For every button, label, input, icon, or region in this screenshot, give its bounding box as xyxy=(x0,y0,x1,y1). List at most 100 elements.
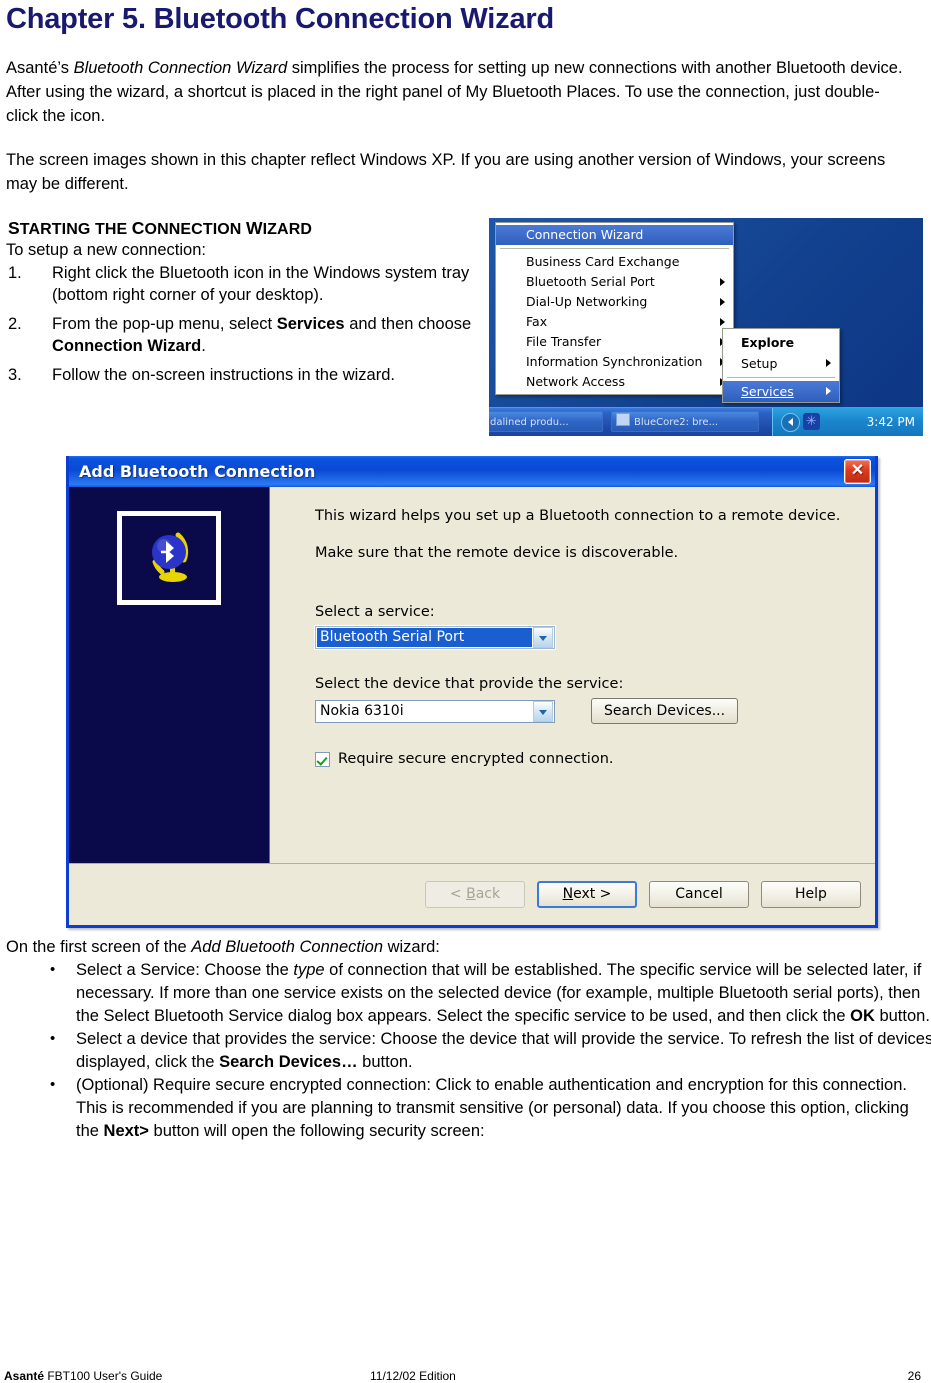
steps-list: 1. Right click the Bluetooth icon in the… xyxy=(6,262,476,386)
menu-item-explore[interactable]: Explore xyxy=(723,332,839,353)
menu-item-bluetooth-serial-port[interactable]: Bluetooth Serial Port xyxy=(496,272,733,292)
require-secure-checkbox[interactable] xyxy=(315,752,330,767)
dialog-button-bar: < Back Next > Cancel Help xyxy=(69,863,875,925)
tray-context-menu-screenshot: dalined produ... BlueCore2: bre... ✳ 3:4… xyxy=(489,218,923,436)
bluetooth-tray-icon[interactable]: ✳ xyxy=(803,413,820,430)
require-secure-row[interactable]: Require secure encrypted connection. xyxy=(315,750,849,769)
document-page: Chapter 5. Bluetooth Connection Wizard A… xyxy=(0,2,931,1383)
section-heading-cap-s: S xyxy=(8,218,20,238)
step-item-2: 2. From the pop-up menu, select Services… xyxy=(6,313,476,357)
bullet-text-bold-search-devices: Search Devices… xyxy=(219,1053,358,1071)
windows-taskbar: dalined produ... BlueCore2: bre... ✳ 3:4… xyxy=(489,407,923,436)
intro-p1-emphasis: Bluetooth Connection Wizard xyxy=(73,59,288,77)
submenu-arrow-icon xyxy=(720,278,725,286)
step-text: Right click the Bluetooth icon in the Wi… xyxy=(52,264,470,304)
step-text: Follow the on-screen instructions in the… xyxy=(52,366,395,384)
add-bluetooth-connection-dialog: Add Bluetooth Connection ✕ This wizard h… xyxy=(66,456,878,928)
help-button[interactable]: Help xyxy=(761,881,861,908)
step-text-bold-connection-wizard: Connection Wizard xyxy=(52,337,202,355)
menu-item-label: Bluetooth Serial Port xyxy=(526,274,655,289)
bullet-text-p3: button. xyxy=(874,1007,930,1025)
device-combobox[interactable]: Nokia 6310i xyxy=(315,699,555,723)
chevron-down-icon[interactable] xyxy=(533,627,553,648)
menu-item-information-synchronization[interactable]: Information Synchronization xyxy=(496,352,733,372)
page-title: Chapter 5. Bluetooth Connection Wizard xyxy=(6,3,554,35)
taskbar-button-2[interactable]: BlueCore2: bre... xyxy=(611,411,759,432)
bullet-text-bold-ok: OK xyxy=(850,1007,875,1025)
submenu-arrow-icon xyxy=(720,318,725,326)
wizard-intro-line-1: This wizard helps you set up a Bluetooth… xyxy=(315,508,841,524)
close-icon[interactable]: ✕ xyxy=(844,459,871,484)
step-text-mid: and then choose xyxy=(344,315,472,333)
bullet-text-bold-next: Next> xyxy=(103,1122,149,1140)
menu-item-dial-up-networking[interactable]: Dial-Up Networking xyxy=(496,292,733,312)
bullet-list: • Select a Service: Choose the type of c… xyxy=(4,959,931,1143)
bullets-lead: On the first screen of the Add Bluetooth… xyxy=(6,936,927,959)
footer-guide-title: FBT100 User's Guide xyxy=(44,1369,163,1383)
tray-clock[interactable]: 3:42 PM xyxy=(867,408,915,436)
taskbar-button-1[interactable]: dalined produ... xyxy=(489,411,603,432)
service-combobox[interactable]: Bluetooth Serial Port xyxy=(314,625,556,650)
steps-column: STARTING THE CONNECTION WIZARD To setup … xyxy=(6,218,476,386)
back-accel: B xyxy=(466,886,476,902)
starting-wizard-section: STARTING THE CONNECTION WIZARD To setup … xyxy=(4,218,931,450)
section-heading-word-1: TARTING THE xyxy=(19,221,132,238)
window-icon xyxy=(616,413,630,426)
section-heading-cap-c: C xyxy=(131,218,145,238)
intro-paragraph-1: Asanté’s Bluetooth Connection Wizard sim… xyxy=(6,56,906,128)
menu-item-file-transfer[interactable]: File Transfer xyxy=(496,332,733,352)
menu-item-setup[interactable]: Setup xyxy=(723,353,839,374)
menu-item-label: File Transfer xyxy=(526,334,602,349)
next-accel: N xyxy=(562,886,574,902)
menu-item-business-card-exchange[interactable]: Business Card Exchange xyxy=(496,252,733,272)
bullet-text-emphasis: type xyxy=(293,961,325,979)
step-number: 3. xyxy=(8,366,22,384)
tray-expand-arrow-icon[interactable] xyxy=(781,413,800,432)
device-row: Nokia 6310i Search Devices... xyxy=(315,698,849,724)
dialog-sidebar xyxy=(69,487,270,863)
section-heading-word-2: ONNECTION xyxy=(144,221,246,238)
dialog-content: This wizard helps you set up a Bluetooth… xyxy=(270,487,875,863)
bullet-marker: • xyxy=(50,1076,56,1093)
bullet-text-p1: Select a Service: Choose the xyxy=(76,961,294,979)
menu-item-label: Information Synchronization xyxy=(526,354,703,369)
bullets-lead-b: wizard: xyxy=(383,938,440,956)
menu-item-label: Dial-Up Networking xyxy=(526,294,648,309)
submenu-arrow-icon xyxy=(826,359,831,367)
service-label: Select a service: xyxy=(315,604,435,620)
menu-item-network-access[interactable]: Network Access xyxy=(496,372,733,392)
submenu-arrow-icon xyxy=(720,298,725,306)
system-tray: ✳ 3:42 PM xyxy=(772,408,923,436)
taskbar-button-1-label: dalined produ... xyxy=(490,417,569,428)
next-button[interactable]: Next > xyxy=(537,881,637,908)
bullet-text-p1: Select a device that provides the servic… xyxy=(76,1030,931,1071)
menu-item-fax[interactable]: Fax xyxy=(496,312,733,332)
bullet-item-require-secure: • (Optional) Require secure encrypted co… xyxy=(4,1074,931,1143)
section-heading-cap-w: W xyxy=(246,218,263,238)
step-item-3: 3. Follow the on-screen instructions in … xyxy=(6,364,476,386)
menu-item-label: Explore xyxy=(741,335,795,350)
bluetooth-tray-menu: Explore Setup Services xyxy=(722,328,840,403)
cancel-button[interactable]: Cancel xyxy=(649,881,749,908)
step-item-1: 1. Right click the Bluetooth icon in the… xyxy=(6,262,476,306)
dialog-title: Add Bluetooth Connection xyxy=(79,462,316,481)
back-button[interactable]: < Back xyxy=(425,881,525,908)
bluetooth-globe-icon-frame xyxy=(117,511,221,605)
menu-item-services[interactable]: Services xyxy=(723,381,839,402)
menu-item-connection-wizard[interactable]: Connection Wizard xyxy=(496,225,733,245)
wizard-intro-line-2: Make sure that the remote device is disc… xyxy=(315,545,679,561)
menu-item-label: Business Card Exchange xyxy=(526,254,680,269)
bullet-marker: • xyxy=(50,1030,56,1047)
intro-paragraph-2: The screen images shown in this chapter … xyxy=(6,151,886,193)
step-number: 2. xyxy=(8,315,22,333)
bullet-marker: • xyxy=(50,961,56,978)
menu-item-label: Setup xyxy=(741,356,778,371)
dialog-title-bar: Add Bluetooth Connection ✕ xyxy=(69,456,875,487)
submenu-arrow-icon xyxy=(826,387,831,395)
search-devices-button[interactable]: Search Devices... xyxy=(591,698,739,724)
device-combobox-value: Nokia 6310i xyxy=(320,702,404,719)
menu-separator xyxy=(500,248,729,249)
chevron-down-icon[interactable] xyxy=(533,700,553,722)
